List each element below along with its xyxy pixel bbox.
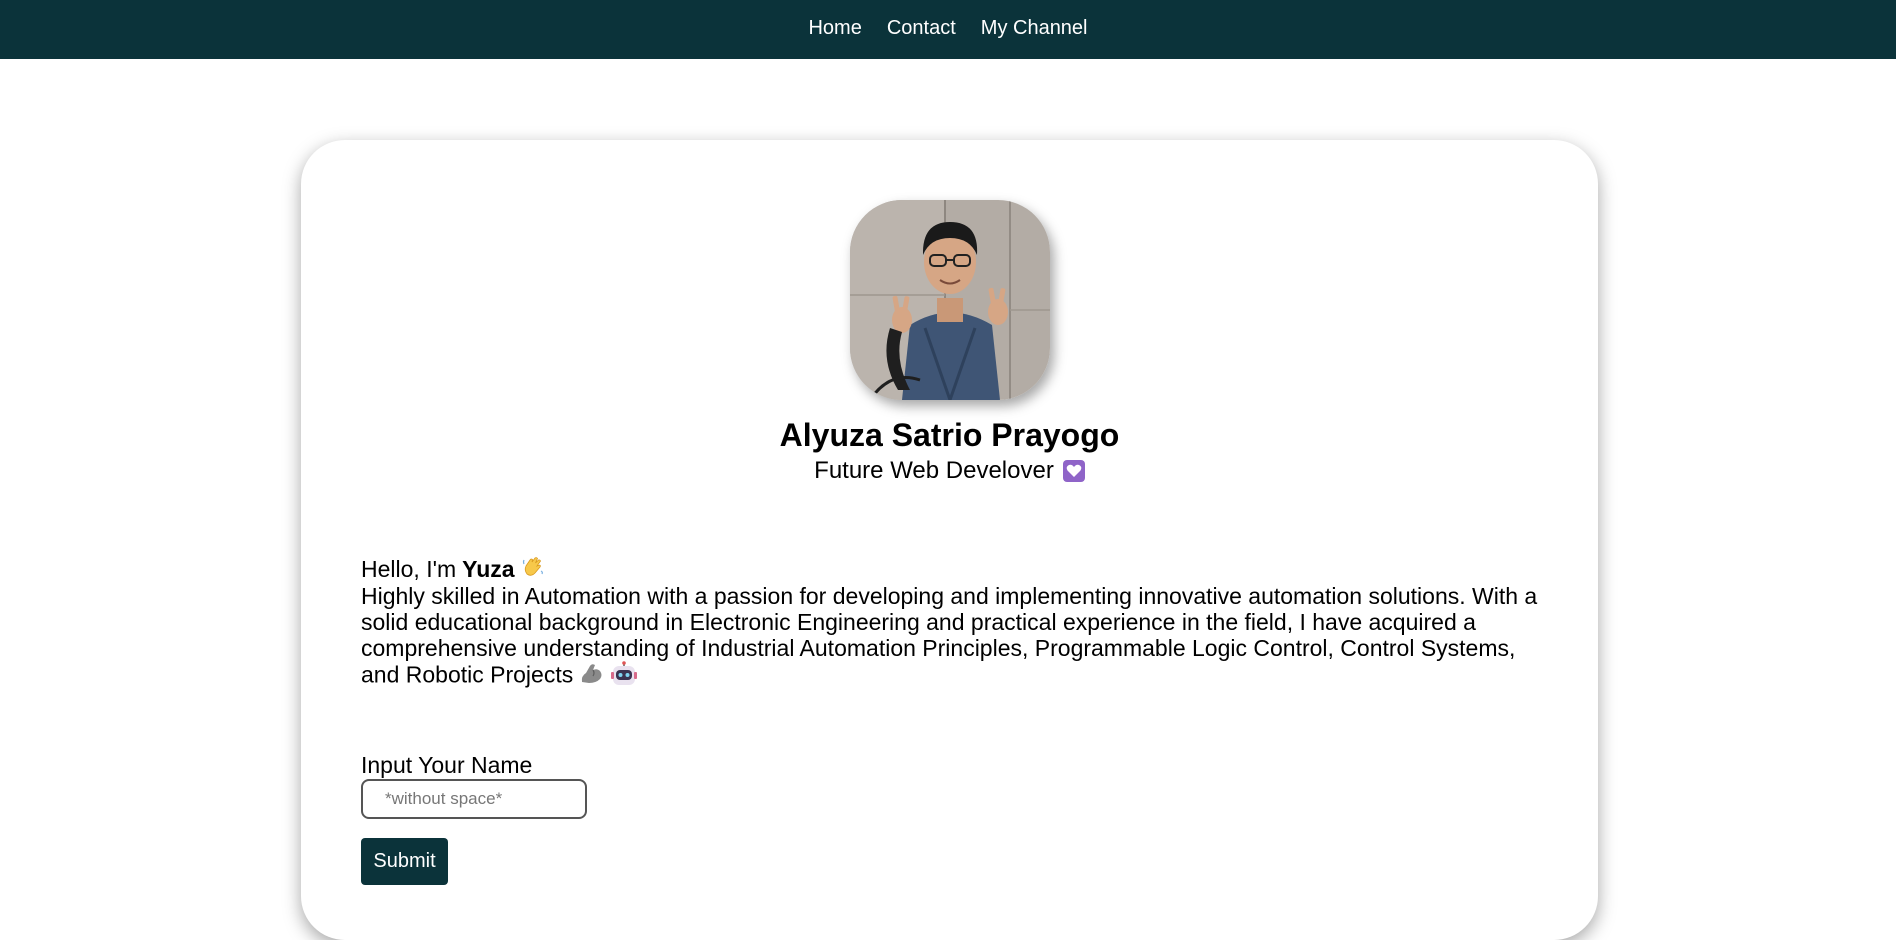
greeting: Hello, I'm Yuza [361,554,1541,583]
about-section: Hello, I'm Yuza Highly skilled in Automa… [361,554,1541,692]
flexed-arm-icon [579,662,605,691]
profile-name: Alyuza Satrio Prayogo [779,417,1120,453]
name-input-label: Input Your Name [361,752,533,778]
profile-role-line: Future Web Develover [301,457,1598,485]
waving-hand-icon [521,554,545,583]
bio-text: Highly skilled in Automation with a pass… [361,583,1541,692]
greeting-name: Yuza [462,555,515,582]
bio-body: Highly skilled in Automation with a pass… [361,583,1538,688]
robot-icon [611,661,638,692]
nav-link-contact[interactable]: Contact [874,17,968,40]
nav-link-my-channel[interactable]: My Channel [968,17,1100,40]
greeting-prefix: Hello, I'm [361,555,457,582]
profile-photo [850,200,1050,400]
submit-button[interactable]: Submit [361,838,448,885]
profile-card: Alyuza Satrio Prayogo Future Web Develov… [301,140,1598,940]
nav-link-home[interactable]: Home [796,17,874,40]
top-navbar: Home Contact My Channel [0,0,1896,59]
profile-role: Future Web Develover [814,457,1054,484]
heart-icon [1062,460,1085,482]
name-input[interactable] [361,779,587,819]
